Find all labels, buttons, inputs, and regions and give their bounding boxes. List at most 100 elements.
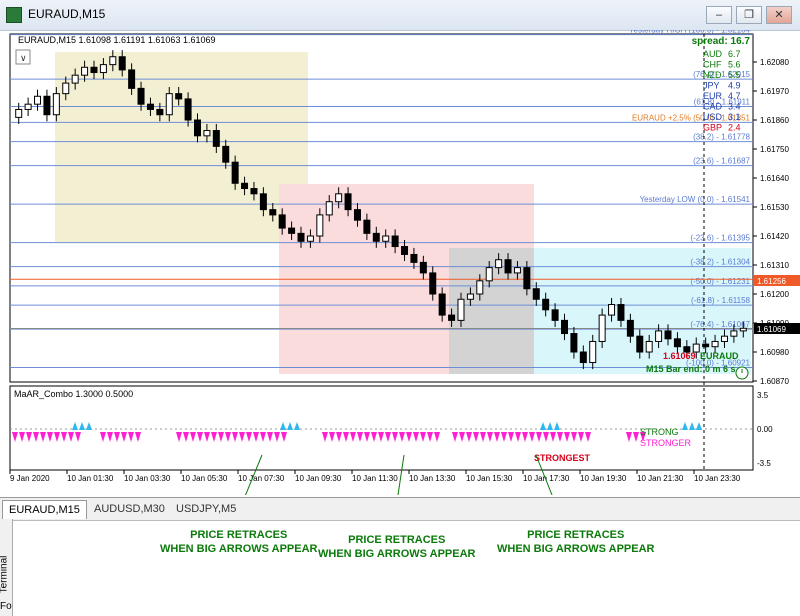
candle-body xyxy=(278,214,286,229)
chart-header: EURAUD,M15 1.61098 1.61191 1.61063 1.610… xyxy=(18,35,215,45)
terminal-fo-label: Fo xyxy=(0,601,12,612)
chart-area[interactable]: Yesterday HIGH (100.0) - 1.62184 (76.4) -… xyxy=(0,30,800,495)
legend-stronger: STRONGER xyxy=(640,438,692,448)
strength-value: 6.7 xyxy=(728,49,741,59)
candle-body xyxy=(259,193,267,211)
candle-body xyxy=(24,103,32,110)
candle-body xyxy=(194,119,201,137)
candle-body xyxy=(52,93,60,116)
candle-body xyxy=(410,253,418,263)
price-axis-label: 1.61970 xyxy=(760,87,789,96)
close-button[interactable]: ✕ xyxy=(766,6,792,24)
candle-body xyxy=(128,69,136,89)
candle-body xyxy=(485,267,493,282)
annotation-2: PRICE RETRACES WHEN BIG ARROWS APPEAR xyxy=(318,534,476,560)
candle-body xyxy=(626,319,634,337)
price-chart[interactable]: Yesterday HIGH (100.0) - 1.62184 (76.4) -… xyxy=(0,30,800,495)
indicator-axis-top: 3.5 xyxy=(757,391,769,400)
candle-body xyxy=(570,333,578,353)
chart-tabs: EURAUD,M15 AUDUSD,M30 USDJPY,M5 xyxy=(0,497,800,521)
fib-level-label: (23.6) - 1.61687 xyxy=(693,157,750,166)
candle-body xyxy=(598,314,606,342)
candle-body xyxy=(203,130,211,137)
candle-body xyxy=(250,188,258,195)
terminal-panel[interactable]: Terminal Fo xyxy=(0,519,13,616)
strength-value: 5.5 xyxy=(728,70,741,80)
candle-body xyxy=(109,56,117,66)
candle-body xyxy=(344,193,352,211)
strength-code: USD xyxy=(703,112,723,122)
candle-body xyxy=(372,232,380,242)
annotation-1: PRICE RETRACES WHEN BIG ARROWS APPEAR xyxy=(160,529,318,555)
candle-body xyxy=(551,309,559,321)
candle-body xyxy=(589,340,597,364)
candle-body xyxy=(34,95,42,105)
candle-body xyxy=(532,288,540,300)
candle-body xyxy=(438,293,446,316)
time-axis-label: 10 Jan 11:30 xyxy=(352,474,398,483)
time-axis-label: 10 Jan 19:30 xyxy=(580,474,627,483)
strength-code: GBP xyxy=(703,123,722,133)
candle-body xyxy=(476,280,484,295)
restore-button[interactable]: ❐ xyxy=(736,6,762,24)
minimize-button[interactable]: – xyxy=(706,6,732,24)
candle-body xyxy=(269,209,277,216)
candle-body xyxy=(720,335,728,342)
candle-body xyxy=(673,338,681,348)
price-axis-label: 1.61310 xyxy=(760,261,789,270)
candle-body xyxy=(711,340,719,348)
time-axis-label: 9 Jan 2020 xyxy=(10,474,50,483)
bid-label: 1.61069 xyxy=(663,351,696,361)
candle-body xyxy=(542,298,550,311)
time-axis-label: 10 Jan 21:30 xyxy=(637,474,684,483)
symbol-label: EURAUD xyxy=(700,351,739,361)
price-axis-label: 1.61640 xyxy=(760,174,789,183)
candle-body xyxy=(146,103,154,110)
candle-body xyxy=(636,335,644,353)
strength-code: AUD xyxy=(703,49,723,59)
time-axis-label: 10 Jan 13:30 xyxy=(409,474,456,483)
chevron-down-icon[interactable]: ∨ xyxy=(20,53,27,63)
price-axis-label: 1.61860 xyxy=(760,116,789,125)
candle-body xyxy=(448,314,456,321)
price-axis-label: 1.60870 xyxy=(760,377,789,386)
strength-value: 4.7 xyxy=(728,91,741,101)
candle-body xyxy=(137,87,145,105)
fib-level-label: (38.2) - 1.61778 xyxy=(693,133,750,142)
chart-window-icon xyxy=(6,7,22,23)
fib-level-label: (-76.4) - 1.61067 xyxy=(690,320,750,329)
fib-level-label: (-61.8) - 1.61158 xyxy=(691,296,751,305)
annotation-3: PRICE RETRACES WHEN BIG ARROWS APPEAR xyxy=(497,529,655,555)
candle-body xyxy=(71,74,79,84)
candle-body xyxy=(664,330,672,340)
candle-body xyxy=(241,182,249,190)
candle-body xyxy=(401,246,409,255)
time-axis-label: 10 Jan 07:30 xyxy=(238,474,285,483)
fib-level-label: Yesterday HIGH (100.0) - 1.62184 xyxy=(629,30,751,35)
price-axis-label: 1.61750 xyxy=(760,145,789,154)
tab-audusd-m30[interactable]: AUDUSD,M30 xyxy=(88,500,171,518)
candle-body xyxy=(156,108,164,116)
candle-body xyxy=(175,93,183,100)
fib-level-label: Yesterday LOW (0.0) - 1.61541 xyxy=(640,195,751,204)
terminal-label[interactable]: Terminal xyxy=(0,545,10,605)
bar-end-label: M15 Bar end: 0 m 6 s xyxy=(646,364,736,374)
candle-body xyxy=(62,82,70,95)
candle-body xyxy=(212,130,220,147)
strength-code: NZD xyxy=(703,70,722,80)
tab-euraud-m15[interactable]: EURAUD,M15 xyxy=(2,500,87,519)
candle-body xyxy=(466,293,474,300)
indicator-title: MaAR_Combo 1.3000 0.5000 xyxy=(14,389,133,399)
candle-body xyxy=(81,66,89,76)
fib-level-label: (-50.0) - 1.61231 xyxy=(690,277,750,286)
candle-body xyxy=(617,304,625,321)
fib-level-label: (76.4) - 1.62015 xyxy=(693,70,750,79)
tab-usdjpy-m5[interactable]: USDJPY,M5 xyxy=(170,500,242,518)
fib-level-label: (-38.2) - 1.61304 xyxy=(690,258,750,267)
candle-body xyxy=(316,214,324,237)
strength-value: 3.4 xyxy=(728,102,741,112)
strength-code: JPY xyxy=(703,81,720,91)
candle-body xyxy=(561,319,568,335)
candle-body xyxy=(118,56,126,71)
strength-code: EUR xyxy=(703,91,723,101)
